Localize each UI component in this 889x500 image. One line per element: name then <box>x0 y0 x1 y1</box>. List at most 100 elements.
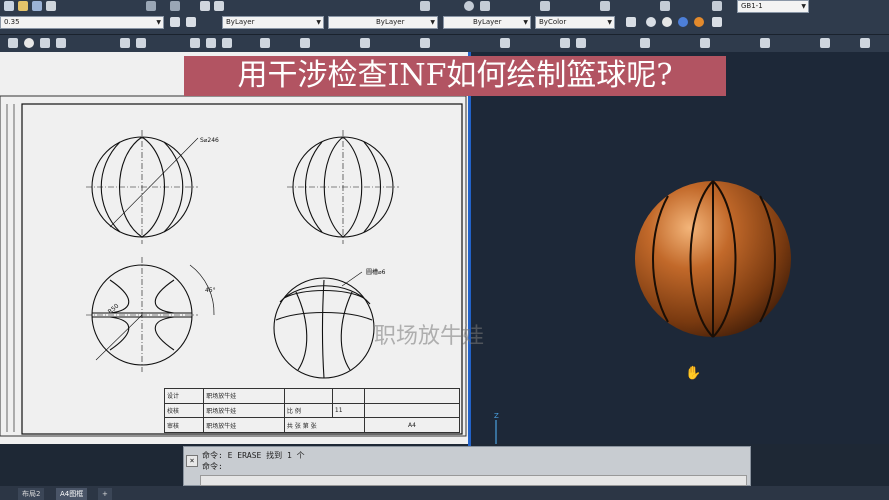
layer-states-icon[interactable] <box>186 17 196 27</box>
print-icon[interactable] <box>46 1 56 11</box>
dimension-style-select[interactable]: GB1-1 ▼ <box>737 0 809 13</box>
chevron-down-icon: ▼ <box>607 19 612 26</box>
dimension-style-value: GB1-1 <box>741 2 763 10</box>
fillet-edge-icon[interactable] <box>420 38 430 48</box>
add-tab-button[interactable]: + <box>98 488 112 500</box>
color-value: ByLayer <box>226 18 255 26</box>
cylinder-icon[interactable] <box>40 38 50 48</box>
groove-leader <box>341 271 363 287</box>
insert-block-icon[interactable] <box>712 1 722 11</box>
redo-icon[interactable] <box>170 1 180 11</box>
hatch-icon[interactable] <box>540 1 550 11</box>
drawing-frame-outer <box>0 95 467 437</box>
chevron-down-icon: ▼ <box>801 3 806 10</box>
sheet-size: A4 <box>364 417 460 433</box>
orbit-icon[interactable] <box>700 38 710 48</box>
subtract-icon[interactable] <box>206 38 216 48</box>
width-label: R50 <box>107 302 121 315</box>
review-label: 审核 <box>163 417 205 433</box>
tab-layout2[interactable]: 布局2 <box>18 488 45 500</box>
design-name: 职场放牛娃 <box>203 388 285 404</box>
slice-icon[interactable] <box>300 38 310 48</box>
match-properties-icon[interactable] <box>170 17 180 27</box>
empty-cell <box>331 388 366 404</box>
color-select[interactable]: ByLayer ▼ <box>222 16 324 29</box>
open-file-icon[interactable] <box>18 1 28 11</box>
model-space-viewport[interactable]: Z <box>468 52 889 444</box>
lineweight-value: 0.35 <box>4 18 20 26</box>
radius-label: S⌀246 <box>200 137 219 144</box>
groove-label: 圆槽⌀6 <box>366 268 386 276</box>
paper-space-viewport[interactable]: S⌀246 R50 45° 圆槽⌀6 <box>0 52 468 444</box>
side-view <box>287 130 399 244</box>
command-line-panel[interactable]: × 命令: E ERASE 找到 1 个 命令: <box>183 446 751 486</box>
layout-tab-bar <box>0 486 889 500</box>
angle-label: 45° <box>205 287 216 294</box>
review-name: 职场放牛娃 <box>203 417 285 433</box>
undo-icon[interactable] <box>146 1 156 11</box>
view-iso-icon[interactable] <box>640 38 650 48</box>
chevron-down-icon: ▼ <box>156 19 161 26</box>
text-icon[interactable] <box>600 1 610 11</box>
chevron-down-icon: ▼ <box>430 19 435 26</box>
pan-icon[interactable] <box>200 1 210 11</box>
hand-cursor-icon: ✋ <box>685 366 702 381</box>
arc-icon[interactable] <box>480 1 490 11</box>
video-title-banner: 用干涉检查INF如何绘制篮球呢? <box>184 56 726 96</box>
top-view <box>86 257 215 372</box>
material-icon[interactable] <box>646 17 656 27</box>
drawing-frame-inner <box>21 103 463 435</box>
sphere-blue-icon[interactable] <box>678 17 688 27</box>
ucs-icon[interactable] <box>500 38 510 48</box>
zoom-icon[interactable] <box>214 1 224 11</box>
empty-cell <box>364 402 460 419</box>
box-icon[interactable] <box>8 38 18 48</box>
lineweight-select[interactable]: ByLayer ▼ <box>443 16 531 29</box>
command-history-line-1: 命令: E ERASE 找到 1 个 <box>202 451 305 460</box>
lineweight-value-select[interactable]: 0.35 ▼ <box>0 16 164 29</box>
chevron-down-icon: ▼ <box>316 19 321 26</box>
modeling-toolbar <box>0 34 889 53</box>
check-name: 职场放牛娃 <box>203 402 285 419</box>
iso-view <box>273 277 375 379</box>
light-icon[interactable] <box>662 17 672 27</box>
plot-style-value: ByColor <box>539 18 567 26</box>
command-input[interactable] <box>200 475 747 486</box>
basketball-render: Z <box>494 180 791 444</box>
revolve-icon[interactable] <box>136 38 146 48</box>
shell-icon[interactable] <box>360 38 370 48</box>
save-icon[interactable] <box>32 1 42 11</box>
design-label: 设计 <box>163 388 205 404</box>
cone-icon[interactable] <box>56 38 66 48</box>
visual-style-icon[interactable] <box>712 17 722 27</box>
intersect-icon[interactable] <box>222 38 232 48</box>
command-history-line-2: 命令: <box>202 462 223 471</box>
plot-style-select[interactable]: ByColor ▼ <box>535 16 615 29</box>
tab-a4-frame[interactable]: A4图框 <box>56 488 88 500</box>
circle-icon[interactable] <box>464 1 474 11</box>
dimension-icon[interactable] <box>660 1 670 11</box>
scale-value: 11 <box>331 402 366 419</box>
linetype-select[interactable]: ByLayer ▼ <box>328 16 438 29</box>
extrude-icon[interactable] <box>120 38 130 48</box>
sphere-icon[interactable] <box>24 38 34 48</box>
properties-toolbar: 0.35 ▼ ByLayer ▼ ByLayer ▼ ByLayer ▼ ByC… <box>0 0 889 34</box>
view-front-icon[interactable] <box>576 38 586 48</box>
viewport-divider <box>468 52 471 462</box>
render-settings-icon[interactable] <box>860 38 870 48</box>
render-icon[interactable] <box>626 17 636 27</box>
union-icon[interactable] <box>190 38 200 48</box>
close-icon[interactable]: × <box>186 455 198 467</box>
new-file-icon[interactable] <box>4 1 14 11</box>
empty-cell <box>364 388 460 404</box>
ucs-z-label: Z <box>494 412 499 420</box>
interference-check-icon[interactable] <box>260 38 270 48</box>
scale-label: 比 例 <box>283 402 333 419</box>
linetype-value: ByLayer <box>376 18 405 26</box>
sphere-orange-icon[interactable] <box>694 17 704 27</box>
view-top-icon[interactable] <box>560 38 570 48</box>
line-icon[interactable] <box>420 1 430 11</box>
camera-icon[interactable] <box>760 38 770 48</box>
chevron-down-icon: ▼ <box>523 19 528 26</box>
walk-icon[interactable] <box>820 38 830 48</box>
